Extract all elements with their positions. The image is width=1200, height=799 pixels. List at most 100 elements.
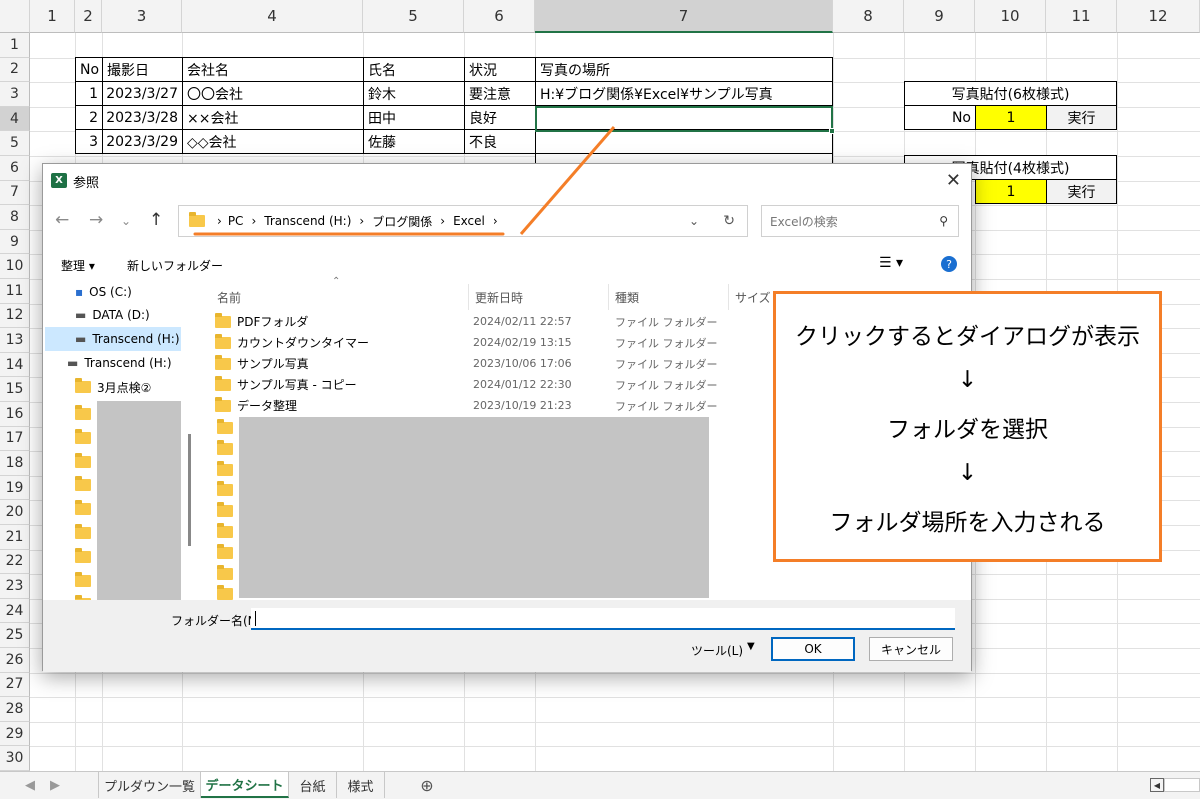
row-header[interactable]: 24 — [0, 598, 30, 624]
cell-status[interactable]: 良好 — [464, 105, 536, 130]
panel1-run-button[interactable]: 実行 — [1046, 105, 1117, 130]
col-header[interactable]: 3 — [102, 0, 182, 33]
col-header[interactable]: 7 — [535, 0, 833, 33]
cell-date[interactable]: 2023/3/29 — [102, 129, 183, 154]
tab-pulldown-list[interactable]: プルダウン一覧 — [98, 772, 201, 798]
close-icon[interactable]: ✕ — [946, 170, 961, 191]
breadcrumb-drive[interactable]: Transcend (H:) — [264, 214, 351, 228]
row-header[interactable]: 28 — [0, 697, 30, 722]
row-header[interactable]: 11 — [0, 279, 30, 304]
col-header[interactable]: 8 — [833, 0, 904, 33]
breadcrumb-pc[interactable]: PC — [228, 214, 244, 228]
row-header[interactable]: 21 — [0, 525, 30, 550]
cell-location[interactable]: H:¥ブログ関係¥Excel¥サンプル写真 — [535, 81, 833, 106]
col-header[interactable]: 10 — [975, 0, 1046, 33]
folder-name-input[interactable] — [251, 608, 955, 630]
cell-date[interactable]: 2023/3/27 — [102, 81, 183, 106]
nav-scrollbar[interactable] — [188, 434, 191, 546]
cell-no[interactable]: 1 — [75, 81, 103, 106]
address-bar[interactable]: › PC › Transcend (H:) › ブログ関係 › Excel › … — [178, 205, 748, 237]
new-folder-button[interactable]: 新しいフォルダー — [127, 257, 223, 274]
row-header[interactable]: 3 — [0, 82, 30, 107]
file-row[interactable]: PDFフォルダ 2024/02/11 22:57 ファイル フォルダー — [215, 311, 718, 332]
nav-item-transcend[interactable]: ▬ Transcend (H:) — [67, 351, 172, 375]
tools-menu[interactable]: ツール(L) — [691, 642, 743, 659]
row-header[interactable]: 19 — [0, 475, 30, 501]
row-header[interactable]: 18 — [0, 451, 30, 476]
column-header-name[interactable]: 名前 — [211, 284, 469, 310]
cell-status[interactable]: 要注意 — [464, 81, 536, 106]
col-header[interactable]: 6 — [464, 0, 535, 33]
row-header[interactable]: 17 — [0, 426, 30, 452]
row-header[interactable]: 7 — [0, 180, 30, 206]
row-header[interactable]: 13 — [0, 328, 30, 353]
fill-handle[interactable] — [829, 128, 835, 134]
organize-button[interactable]: 整理 ▾ — [61, 257, 95, 274]
cell-name[interactable]: 田中 — [363, 105, 465, 130]
panel1-no-input[interactable]: 1 — [975, 105, 1047, 130]
row-header[interactable]: 20 — [0, 500, 30, 525]
search-input[interactable]: Excelの検索 ⚲ — [761, 205, 959, 237]
row-header[interactable]: 6 — [0, 156, 30, 181]
col-header[interactable]: 11 — [1046, 0, 1117, 33]
col-header[interactable]: 5 — [363, 0, 464, 33]
back-arrow-icon[interactable]: ← — [55, 210, 69, 230]
ok-button[interactable]: OK — [771, 637, 855, 661]
column-header-date[interactable]: 更新日時 — [469, 284, 609, 310]
up-arrow-icon[interactable]: ↑ — [149, 210, 163, 230]
row-header[interactable]: 27 — [0, 672, 30, 698]
panel2-no-input[interactable]: 1 — [975, 179, 1047, 204]
row-header[interactable]: 14 — [0, 352, 30, 378]
column-header-type[interactable]: 種類 — [609, 284, 729, 310]
header-name[interactable]: 氏名 — [363, 57, 465, 82]
recent-chevron-icon[interactable]: ⌄ — [121, 214, 131, 228]
file-row[interactable]: データ整理 2023/10/19 21:23 ファイル フォルダー — [215, 395, 718, 416]
row-header[interactable]: 8 — [0, 205, 30, 230]
view-options-icon[interactable]: ☰ ▾ — [879, 255, 903, 271]
cell-no[interactable]: 3 — [75, 129, 103, 154]
hscroll-left-icon[interactable]: ◀ — [1150, 778, 1164, 792]
tab-data-sheet[interactable]: データシート — [201, 772, 289, 798]
file-row[interactable]: カウントダウンタイマー 2024/02/19 13:15 ファイル フォルダー — [215, 332, 718, 353]
row-header[interactable]: 22 — [0, 549, 30, 575]
cell-name[interactable]: 佐藤 — [363, 129, 465, 154]
tab-daishi[interactable]: 台紙 — [289, 772, 337, 798]
col-header[interactable]: 4 — [182, 0, 363, 33]
file-row[interactable]: サンプル写真 - コピー 2024/01/12 22:30 ファイル フォルダー — [215, 374, 718, 395]
header-status[interactable]: 状況 — [464, 57, 536, 82]
header-company[interactable]: 会社名 — [182, 57, 364, 82]
tab-yoshiki[interactable]: 様式 — [337, 772, 385, 798]
row-header[interactable]: 29 — [0, 721, 30, 747]
row-header[interactable]: 10 — [0, 254, 30, 279]
row-header[interactable]: 26 — [0, 648, 30, 673]
row-header[interactable]: 23 — [0, 574, 30, 599]
horizontal-scrollbar[interactable] — [1164, 778, 1200, 792]
cell-status[interactable]: 不良 — [464, 129, 536, 154]
cancel-button[interactable]: キャンセル — [869, 637, 953, 661]
cell-date[interactable]: 2023/3/28 — [102, 105, 183, 130]
row-header[interactable]: 5 — [0, 131, 30, 156]
row-header[interactable]: 1 — [0, 33, 30, 58]
row-header[interactable]: 4 — [0, 106, 30, 132]
add-sheet-icon[interactable]: ⊕ — [415, 772, 439, 798]
nav-item-os-c[interactable]: ▪ OS (C:) — [75, 280, 132, 304]
row-header[interactable]: 16 — [0, 402, 30, 427]
tools-dropdown-icon[interactable]: ▼ — [747, 641, 755, 652]
cell-company[interactable]: ××会社 — [182, 105, 364, 130]
cell-name[interactable]: 鈴木 — [363, 81, 465, 106]
row-header[interactable]: 2 — [0, 57, 30, 83]
row-header[interactable]: 9 — [0, 229, 30, 255]
cell-company[interactable]: ◇◇会社 — [182, 129, 364, 154]
select-all-corner[interactable] — [0, 0, 30, 33]
forward-arrow-icon[interactable]: → — [89, 210, 103, 230]
tab-scroll-left-icon[interactable]: ◀ — [20, 772, 40, 798]
tab-scroll-right-icon[interactable]: ▶ — [45, 772, 65, 798]
refresh-icon[interactable]: ↻ — [723, 213, 735, 229]
help-icon[interactable]: ? — [941, 256, 957, 272]
breadcrumb-blog[interactable]: ブログ関係 — [372, 213, 432, 230]
row-header[interactable]: 15 — [0, 377, 30, 402]
file-row[interactable]: サンプル写真 2023/10/06 17:06 ファイル フォルダー — [215, 353, 718, 374]
cell-location[interactable] — [535, 129, 833, 154]
row-header[interactable]: 30 — [0, 746, 30, 771]
panel2-run-button[interactable]: 実行 — [1046, 179, 1117, 204]
